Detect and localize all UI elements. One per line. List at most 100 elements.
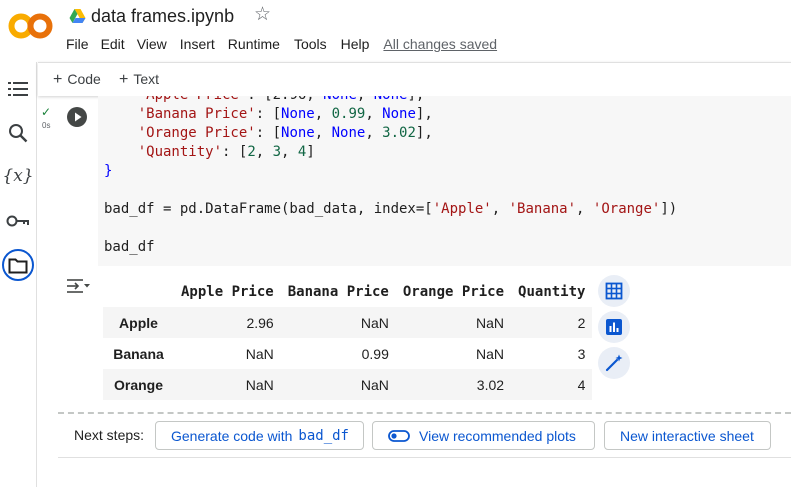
code-token: 3.02 bbox=[382, 125, 416, 141]
code-token: , bbox=[314, 125, 332, 141]
code-token: , bbox=[491, 201, 509, 217]
menu-bar: File Edit View Insert Runtime Tools Help… bbox=[66, 36, 497, 54]
key-icon[interactable] bbox=[5, 208, 31, 234]
notebook-title[interactable]: data frames.ipynb bbox=[91, 6, 234, 27]
table-cell: NaN bbox=[476, 345, 505, 362]
add-text-button[interactable]: + Text bbox=[119, 71, 159, 89]
menu-insert[interactable]: Insert bbox=[180, 36, 215, 54]
code-token: 'Quantity' bbox=[104, 144, 223, 160]
table-cell: NaN bbox=[245, 345, 274, 362]
code-token: , bbox=[281, 144, 298, 160]
code-line: } bbox=[104, 162, 677, 181]
toggle-icon bbox=[388, 429, 410, 442]
menu-edit[interactable]: Edit bbox=[101, 36, 125, 54]
table-cell: 3 bbox=[577, 345, 586, 362]
view-recommended-plots-button[interactable]: View recommended plots bbox=[372, 421, 595, 450]
code-token: 3 bbox=[272, 144, 282, 160]
cell-toolbar: + Code + Text bbox=[38, 62, 791, 96]
plus-icon: + bbox=[53, 71, 63, 88]
code-token: None bbox=[323, 96, 357, 103]
run-cell-button[interactable] bbox=[67, 107, 87, 127]
code-token: 'Orange' bbox=[592, 201, 661, 217]
code-token: ]) bbox=[660, 201, 678, 217]
next-steps-label: Next steps: bbox=[74, 427, 145, 443]
save-status[interactable]: All changes saved bbox=[383, 36, 497, 54]
menu-tools[interactable]: Tools bbox=[294, 36, 327, 54]
table-cell: 2 bbox=[511, 307, 593, 338]
code-token: 'Orange Price' bbox=[104, 125, 256, 141]
code-token: ], bbox=[415, 106, 433, 122]
variables-icon[interactable]: {x} bbox=[2, 163, 33, 189]
code-token: 0.99 bbox=[331, 106, 366, 122]
execution-time: 0s bbox=[42, 121, 51, 130]
dataframe-table: Apple Price Banana Price Orange Price Qu… bbox=[103, 277, 593, 400]
menu-file[interactable]: File bbox=[66, 36, 89, 54]
table-row: Apple 2.96 NaN NaN 2 bbox=[103, 307, 593, 338]
code-token: , bbox=[357, 96, 374, 103]
menu-view[interactable]: View bbox=[137, 36, 167, 54]
code-token: None bbox=[281, 125, 315, 141]
code-line: 'Orange Price': [None, None, 3.02], bbox=[104, 124, 677, 143]
output-actions-icon[interactable] bbox=[66, 277, 90, 295]
code-token: ], bbox=[407, 96, 424, 103]
code-token: ], bbox=[415, 125, 433, 141]
code-token: ] bbox=[306, 144, 315, 160]
table-row: Orange NaN NaN 3.02 4 bbox=[103, 369, 593, 400]
magic-wand-icon bbox=[605, 354, 623, 372]
code-token: None bbox=[382, 106, 416, 122]
code-token: 'Banana Price' bbox=[104, 106, 256, 122]
code-token: , bbox=[365, 125, 383, 141]
code-token: None bbox=[331, 125, 366, 141]
code-line: 'Banana Price': [None, 0.99, None], bbox=[104, 105, 677, 124]
table-cell: NaN bbox=[280, 307, 396, 338]
generate-code-button[interactable] bbox=[598, 347, 630, 379]
check-icon: ✓ bbox=[41, 105, 52, 119]
convert-to-table-button[interactable] bbox=[598, 275, 630, 307]
column-header: Quantity bbox=[518, 284, 586, 300]
plus-icon: + bbox=[119, 71, 129, 88]
search-icon[interactable] bbox=[5, 120, 31, 146]
suggest-charts-button[interactable] bbox=[598, 311, 630, 343]
code-token: bad_df = pd.DataFrame(bad_data, index=[ bbox=[104, 201, 433, 217]
table-cell: 2.96 bbox=[174, 307, 281, 338]
row-label: Banana bbox=[113, 345, 164, 362]
code-token: : [ bbox=[222, 144, 248, 160]
table-row: Banana NaN 0.99 NaN 3 bbox=[103, 338, 592, 369]
code-token: 'Banana' bbox=[508, 201, 577, 217]
code-line: bad_df = pd.DataFrame(bad_data, index=[ '… bbox=[104, 200, 677, 219]
column-header bbox=[103, 277, 174, 307]
colab-logo[interactable] bbox=[8, 10, 54, 42]
table-cell: NaN bbox=[280, 369, 396, 400]
star-icon[interactable]: ☆ bbox=[254, 5, 271, 25]
code-token: bad_df bbox=[104, 239, 155, 255]
drive-icon bbox=[69, 8, 86, 24]
code-line: bad_df bbox=[104, 238, 677, 257]
menu-runtime[interactable]: Runtime bbox=[228, 36, 280, 54]
code-token: , bbox=[255, 144, 273, 160]
generate-code-with-button[interactable]: Generate code with bad_df bbox=[155, 421, 364, 450]
code-editor[interactable]: 'Apple Price': [2.96, None, None], 'Bana… bbox=[98, 96, 791, 266]
new-interactive-sheet-button[interactable]: New interactive sheet bbox=[604, 421, 771, 450]
divider bbox=[58, 457, 791, 458]
divider bbox=[58, 412, 791, 414]
row-label: Orange bbox=[103, 369, 174, 400]
code-token: 2 bbox=[247, 144, 256, 160]
toc-icon[interactable] bbox=[5, 76, 31, 102]
menu-help[interactable]: Help bbox=[341, 36, 370, 54]
table-cell: NaN bbox=[174, 369, 281, 400]
table-cell: NaN bbox=[395, 307, 512, 338]
code-token: : [2.96, bbox=[247, 96, 323, 103]
code-text: 'Apple Price': [2.96, None, None], 'Bana… bbox=[104, 96, 677, 257]
code-token: : [ bbox=[255, 106, 282, 122]
chart-icon bbox=[606, 319, 622, 335]
code-token: None bbox=[374, 96, 408, 103]
row-label: Apple bbox=[103, 307, 174, 338]
code-token: } bbox=[104, 163, 113, 179]
table-cell: 3.02 bbox=[395, 369, 512, 400]
column-header: Orange Price bbox=[402, 284, 505, 300]
table-cell: 4 bbox=[511, 369, 593, 400]
play-icon bbox=[75, 112, 82, 122]
add-code-button[interactable]: + Code bbox=[53, 71, 101, 89]
table-header-row: Apple Price Banana Price Orange Price Qu… bbox=[103, 277, 592, 307]
